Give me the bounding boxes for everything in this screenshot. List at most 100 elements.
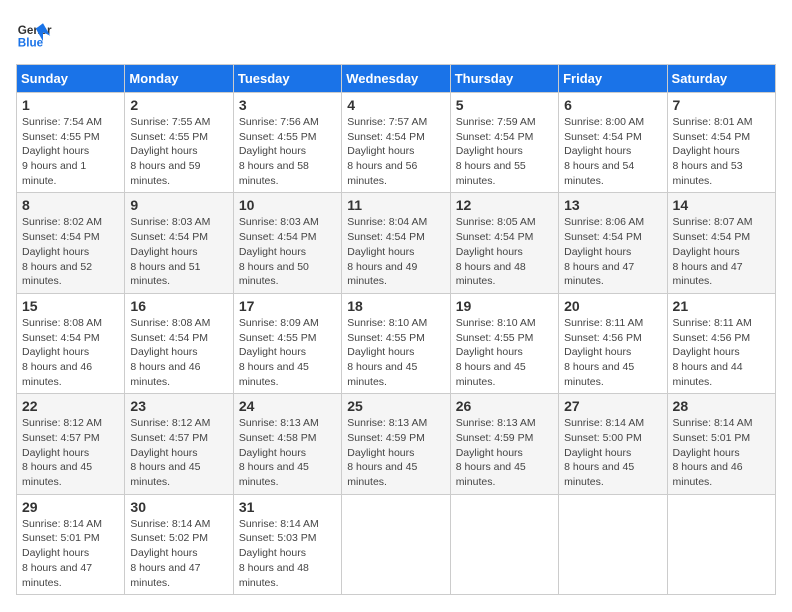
day-info: Sunrise: 8:01 AM Sunset: 4:54 PM Dayligh… (673, 115, 770, 188)
day-number: 17 (239, 298, 336, 314)
day-info: Sunrise: 8:08 AM Sunset: 4:54 PM Dayligh… (22, 316, 119, 389)
day-info: Sunrise: 8:02 AM Sunset: 4:54 PM Dayligh… (22, 215, 119, 288)
day-number: 9 (130, 197, 227, 213)
day-info: Sunrise: 7:57 AM Sunset: 4:54 PM Dayligh… (347, 115, 444, 188)
day-info: Sunrise: 8:11 AM Sunset: 4:56 PM Dayligh… (564, 316, 661, 389)
day-info: Sunrise: 8:12 AM Sunset: 4:57 PM Dayligh… (130, 416, 227, 489)
day-info: Sunrise: 8:14 AM Sunset: 5:01 PM Dayligh… (22, 517, 119, 590)
day-info: Sunrise: 8:14 AM Sunset: 5:02 PM Dayligh… (130, 517, 227, 590)
calendar-cell: 19 Sunrise: 8:10 AM Sunset: 4:55 PM Dayl… (450, 293, 558, 393)
calendar-cell: 16 Sunrise: 8:08 AM Sunset: 4:54 PM Dayl… (125, 293, 233, 393)
calendar-week-3: 15 Sunrise: 8:08 AM Sunset: 4:54 PM Dayl… (17, 293, 776, 393)
calendar-cell: 6 Sunrise: 8:00 AM Sunset: 4:54 PM Dayli… (559, 93, 667, 193)
day-info: Sunrise: 8:13 AM Sunset: 4:59 PM Dayligh… (347, 416, 444, 489)
day-info: Sunrise: 8:14 AM Sunset: 5:01 PM Dayligh… (673, 416, 770, 489)
calendar-cell: 17 Sunrise: 8:09 AM Sunset: 4:55 PM Dayl… (233, 293, 341, 393)
day-number: 1 (22, 97, 119, 113)
calendar-cell: 9 Sunrise: 8:03 AM Sunset: 4:54 PM Dayli… (125, 193, 233, 293)
calendar-cell: 1 Sunrise: 7:54 AM Sunset: 4:55 PM Dayli… (17, 93, 125, 193)
calendar-cell: 14 Sunrise: 8:07 AM Sunset: 4:54 PM Dayl… (667, 193, 775, 293)
day-info: Sunrise: 8:04 AM Sunset: 4:54 PM Dayligh… (347, 215, 444, 288)
calendar-cell: 24 Sunrise: 8:13 AM Sunset: 4:58 PM Dayl… (233, 394, 341, 494)
day-number: 3 (239, 97, 336, 113)
calendar-week-1: 1 Sunrise: 7:54 AM Sunset: 4:55 PM Dayli… (17, 93, 776, 193)
day-number: 27 (564, 398, 661, 414)
calendar-week-4: 22 Sunrise: 8:12 AM Sunset: 4:57 PM Dayl… (17, 394, 776, 494)
calendar-cell: 12 Sunrise: 8:05 AM Sunset: 4:54 PM Dayl… (450, 193, 558, 293)
calendar-cell: 15 Sunrise: 8:08 AM Sunset: 4:54 PM Dayl… (17, 293, 125, 393)
weekday-header-monday: Monday (125, 65, 233, 93)
calendar-header-row: SundayMondayTuesdayWednesdayThursdayFrid… (17, 65, 776, 93)
day-number: 14 (673, 197, 770, 213)
day-number: 30 (130, 499, 227, 515)
calendar-cell: 27 Sunrise: 8:14 AM Sunset: 5:00 PM Dayl… (559, 394, 667, 494)
calendar-cell (450, 494, 558, 594)
day-number: 31 (239, 499, 336, 515)
calendar-cell: 29 Sunrise: 8:14 AM Sunset: 5:01 PM Dayl… (17, 494, 125, 594)
day-info: Sunrise: 8:06 AM Sunset: 4:54 PM Dayligh… (564, 215, 661, 288)
day-info: Sunrise: 8:00 AM Sunset: 4:54 PM Dayligh… (564, 115, 661, 188)
day-number: 10 (239, 197, 336, 213)
page-header: General Blue (16, 16, 776, 52)
calendar-cell: 25 Sunrise: 8:13 AM Sunset: 4:59 PM Dayl… (342, 394, 450, 494)
day-info: Sunrise: 8:10 AM Sunset: 4:55 PM Dayligh… (456, 316, 553, 389)
day-number: 25 (347, 398, 444, 414)
calendar-cell (667, 494, 775, 594)
day-info: Sunrise: 8:14 AM Sunset: 5:00 PM Dayligh… (564, 416, 661, 489)
day-info: Sunrise: 8:10 AM Sunset: 4:55 PM Dayligh… (347, 316, 444, 389)
calendar-cell: 30 Sunrise: 8:14 AM Sunset: 5:02 PM Dayl… (125, 494, 233, 594)
calendar-cell: 23 Sunrise: 8:12 AM Sunset: 4:57 PM Dayl… (125, 394, 233, 494)
calendar-table: SundayMondayTuesdayWednesdayThursdayFrid… (16, 64, 776, 595)
day-number: 24 (239, 398, 336, 414)
day-number: 22 (22, 398, 119, 414)
calendar-cell: 26 Sunrise: 8:13 AM Sunset: 4:59 PM Dayl… (450, 394, 558, 494)
calendar-cell: 2 Sunrise: 7:55 AM Sunset: 4:55 PM Dayli… (125, 93, 233, 193)
calendar-cell: 7 Sunrise: 8:01 AM Sunset: 4:54 PM Dayli… (667, 93, 775, 193)
day-info: Sunrise: 8:13 AM Sunset: 4:59 PM Dayligh… (456, 416, 553, 489)
logo-icon: General Blue (16, 16, 52, 52)
calendar-week-5: 29 Sunrise: 8:14 AM Sunset: 5:01 PM Dayl… (17, 494, 776, 594)
calendar-cell: 20 Sunrise: 8:11 AM Sunset: 4:56 PM Dayl… (559, 293, 667, 393)
calendar-cell: 11 Sunrise: 8:04 AM Sunset: 4:54 PM Dayl… (342, 193, 450, 293)
day-number: 8 (22, 197, 119, 213)
day-number: 4 (347, 97, 444, 113)
day-number: 7 (673, 97, 770, 113)
day-number: 11 (347, 197, 444, 213)
day-number: 16 (130, 298, 227, 314)
day-info: Sunrise: 8:08 AM Sunset: 4:54 PM Dayligh… (130, 316, 227, 389)
day-number: 12 (456, 197, 553, 213)
calendar-cell: 3 Sunrise: 7:56 AM Sunset: 4:55 PM Dayli… (233, 93, 341, 193)
calendar-cell: 13 Sunrise: 8:06 AM Sunset: 4:54 PM Dayl… (559, 193, 667, 293)
day-info: Sunrise: 8:03 AM Sunset: 4:54 PM Dayligh… (130, 215, 227, 288)
day-info: Sunrise: 7:59 AM Sunset: 4:54 PM Dayligh… (456, 115, 553, 188)
weekday-header-friday: Friday (559, 65, 667, 93)
day-number: 20 (564, 298, 661, 314)
day-info: Sunrise: 8:05 AM Sunset: 4:54 PM Dayligh… (456, 215, 553, 288)
day-info: Sunrise: 7:55 AM Sunset: 4:55 PM Dayligh… (130, 115, 227, 188)
day-info: Sunrise: 8:09 AM Sunset: 4:55 PM Dayligh… (239, 316, 336, 389)
day-number: 18 (347, 298, 444, 314)
calendar-cell: 28 Sunrise: 8:14 AM Sunset: 5:01 PM Dayl… (667, 394, 775, 494)
day-number: 19 (456, 298, 553, 314)
calendar-cell: 22 Sunrise: 8:12 AM Sunset: 4:57 PM Dayl… (17, 394, 125, 494)
day-number: 2 (130, 97, 227, 113)
day-info: Sunrise: 7:54 AM Sunset: 4:55 PM Dayligh… (22, 115, 119, 188)
day-number: 28 (673, 398, 770, 414)
day-number: 21 (673, 298, 770, 314)
calendar-week-2: 8 Sunrise: 8:02 AM Sunset: 4:54 PM Dayli… (17, 193, 776, 293)
calendar-cell: 4 Sunrise: 7:57 AM Sunset: 4:54 PM Dayli… (342, 93, 450, 193)
day-info: Sunrise: 8:12 AM Sunset: 4:57 PM Dayligh… (22, 416, 119, 489)
day-number: 29 (22, 499, 119, 515)
weekday-header-saturday: Saturday (667, 65, 775, 93)
day-number: 15 (22, 298, 119, 314)
day-number: 23 (130, 398, 227, 414)
day-info: Sunrise: 8:13 AM Sunset: 4:58 PM Dayligh… (239, 416, 336, 489)
logo: General Blue (16, 16, 52, 52)
day-info: Sunrise: 8:14 AM Sunset: 5:03 PM Dayligh… (239, 517, 336, 590)
calendar-cell: 8 Sunrise: 8:02 AM Sunset: 4:54 PM Dayli… (17, 193, 125, 293)
day-info: Sunrise: 8:03 AM Sunset: 4:54 PM Dayligh… (239, 215, 336, 288)
calendar-cell: 10 Sunrise: 8:03 AM Sunset: 4:54 PM Dayl… (233, 193, 341, 293)
day-number: 26 (456, 398, 553, 414)
weekday-header-tuesday: Tuesday (233, 65, 341, 93)
svg-text:Blue: Blue (18, 37, 44, 50)
